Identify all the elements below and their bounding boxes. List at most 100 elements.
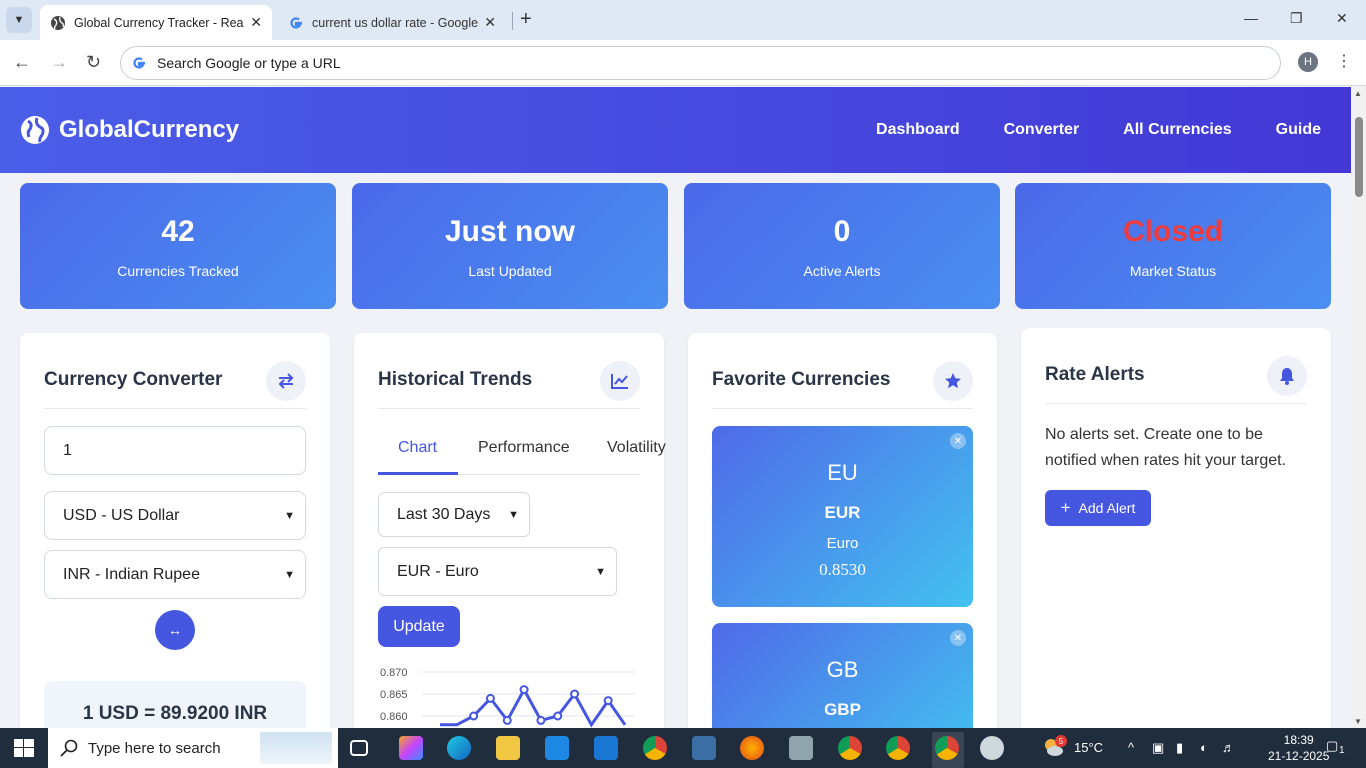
remove-favorite-icon[interactable]: ✕ bbox=[950, 630, 966, 646]
search-placeholder: Type here to search bbox=[88, 739, 221, 757]
weather-badge: 5 bbox=[1055, 735, 1067, 747]
add-alert-button[interactable]: + Add Alert bbox=[1045, 490, 1151, 526]
to-currency-select[interactable]: INR - Indian Rupee ▼ bbox=[44, 550, 306, 599]
tab-google-search[interactable]: current us dollar rate - Google S ✕ bbox=[278, 5, 506, 40]
data-point[interactable] bbox=[469, 711, 479, 721]
wifi-icon[interactable]: ◐ bbox=[1200, 740, 1208, 755]
system-clock[interactable]: 18:39 21-12-2025 bbox=[1268, 732, 1329, 764]
card-title: Currency Converter bbox=[44, 369, 223, 390]
data-point[interactable] bbox=[553, 711, 563, 721]
card-title: Favorite Currencies bbox=[712, 369, 891, 390]
period-select[interactable]: Last 30 Days ▼ bbox=[378, 492, 530, 537]
tab-search-button[interactable]: ▼ bbox=[6, 7, 32, 33]
firefox-icon[interactable] bbox=[740, 736, 764, 760]
data-point[interactable] bbox=[485, 693, 495, 703]
tab-performance[interactable]: Performance bbox=[478, 439, 570, 457]
globe-icon bbox=[50, 15, 66, 31]
brand-name: GlobalCurrency bbox=[59, 116, 240, 143]
card-title: Rate Alerts bbox=[1045, 364, 1145, 385]
amount-input[interactable]: 1 bbox=[44, 426, 306, 475]
favorite-card-gbp[interactable]: ✕ GB GBP bbox=[712, 623, 973, 728]
stat-active-alerts: 0 Active Alerts bbox=[684, 183, 1000, 309]
main-nav: Dashboard Converter All Currencies Guide bbox=[876, 121, 1321, 139]
search-highlight-image bbox=[260, 732, 332, 764]
data-point[interactable] bbox=[502, 715, 512, 725]
task-view-icon[interactable] bbox=[350, 740, 368, 756]
file-explorer-icon[interactable] bbox=[496, 736, 520, 760]
nav-converter[interactable]: Converter bbox=[1004, 121, 1080, 139]
remove-favorite-icon[interactable]: ✕ bbox=[950, 433, 966, 449]
nav-dashboard[interactable]: Dashboard bbox=[876, 121, 960, 139]
data-point[interactable] bbox=[570, 689, 580, 699]
site-logo[interactable]: GlobalCurrency bbox=[20, 115, 239, 145]
minimize-icon[interactable]: — bbox=[1244, 10, 1258, 26]
search-icon bbox=[60, 739, 78, 761]
restore-icon[interactable]: ❐ bbox=[1290, 10, 1303, 27]
select-value: Last 30 Days bbox=[397, 505, 491, 523]
new-tab-icon[interactable]: + bbox=[520, 8, 532, 31]
mail-icon[interactable] bbox=[594, 736, 618, 760]
chevron-down-icon: ▼ bbox=[284, 509, 295, 522]
paint-icon[interactable] bbox=[980, 736, 1004, 760]
nav-all-currencies[interactable]: All Currencies bbox=[1123, 121, 1231, 139]
tab-separator bbox=[512, 12, 513, 30]
reload-icon[interactable]: ↻ bbox=[86, 52, 101, 73]
chrome-profile-icon[interactable] bbox=[886, 736, 910, 760]
temperature: 15°C bbox=[1074, 740, 1104, 755]
back-icon[interactable]: ← bbox=[13, 52, 31, 73]
update-button[interactable]: Update bbox=[378, 606, 460, 647]
card-header: Rate Alerts bbox=[1045, 354, 1307, 404]
profile-avatar[interactable]: H bbox=[1298, 52, 1318, 72]
stat-label: Currencies Tracked bbox=[117, 263, 239, 279]
web-page: GlobalCurrency Dashboard Converter All C… bbox=[0, 87, 1351, 728]
series-line bbox=[440, 686, 627, 728]
data-point[interactable] bbox=[519, 685, 529, 695]
meet-now-icon[interactable]: ▣ bbox=[1152, 740, 1164, 756]
tab-volatility[interactable]: Volatility bbox=[607, 439, 666, 457]
data-point[interactable] bbox=[603, 696, 613, 706]
page-scrollbar[interactable]: ▲ ▼ bbox=[1351, 87, 1366, 728]
nav-guide[interactable]: Guide bbox=[1276, 121, 1321, 139]
swap-currencies-button[interactable]: ↔ bbox=[155, 610, 195, 650]
forward-icon[interactable]: → bbox=[50, 52, 68, 73]
close-window-icon[interactable]: ✕ bbox=[1336, 10, 1348, 27]
store-icon[interactable] bbox=[545, 736, 569, 760]
taskbar-search[interactable]: Type here to search bbox=[48, 728, 338, 768]
from-currency-select[interactable]: USD - US Dollar ▼ bbox=[44, 491, 306, 540]
address-bar[interactable]: Search Google or type a URL bbox=[120, 46, 1281, 80]
edge-icon[interactable] bbox=[447, 736, 471, 760]
trend-currency-select[interactable]: EUR - Euro ▼ bbox=[378, 547, 617, 596]
card-header: Favorite Currencies bbox=[712, 359, 973, 409]
scroll-down-icon[interactable]: ▼ bbox=[1354, 717, 1362, 726]
chevron-up-icon[interactable]: ^ bbox=[1128, 740, 1134, 755]
data-point[interactable] bbox=[536, 715, 546, 725]
windows-start-icon[interactable] bbox=[14, 739, 34, 762]
bell-icon bbox=[1267, 356, 1307, 396]
chart-line-icon bbox=[600, 361, 640, 401]
battery-icon[interactable]: ▮ bbox=[1176, 740, 1183, 756]
favorite-card-eur[interactable]: ✕ EU EUR Euro 0.8530 bbox=[712, 426, 973, 607]
stat-label: Market Status bbox=[1129, 263, 1217, 279]
y-tick-label: 0.870 bbox=[380, 667, 408, 679]
active-tab-indicator bbox=[378, 472, 458, 475]
select-value: EUR - Euro bbox=[397, 562, 479, 580]
alerts-card: Rate Alerts No alerts set. Create one to… bbox=[1021, 328, 1331, 728]
scroll-up-icon[interactable]: ▲ bbox=[1354, 89, 1362, 98]
notification-icon[interactable]: ▢ bbox=[1326, 738, 1338, 754]
tab-global-currency[interactable]: Global Currency Tracker - Real-T ✕ bbox=[40, 5, 272, 40]
y-tick-label: 0.865 bbox=[380, 689, 408, 701]
more-options-icon[interactable]: ⋮ bbox=[1336, 51, 1352, 71]
photos-icon[interactable] bbox=[692, 736, 716, 760]
volume-icon[interactable]: ♬ bbox=[1222, 740, 1235, 755]
scroll-thumb[interactable] bbox=[1355, 117, 1363, 197]
copilot-icon[interactable] bbox=[399, 736, 423, 760]
laptop-app-icon[interactable] bbox=[789, 736, 813, 760]
site-header: GlobalCurrency Dashboard Converter All C… bbox=[0, 87, 1351, 173]
close-tab-icon[interactable]: ✕ bbox=[484, 14, 496, 31]
chrome-icon[interactable] bbox=[643, 736, 667, 760]
tab-chart[interactable]: Chart bbox=[398, 439, 437, 457]
chrome-active-icon[interactable] bbox=[935, 736, 959, 760]
chrome-profile-icon[interactable] bbox=[838, 736, 862, 760]
close-tab-icon[interactable]: ✕ bbox=[250, 14, 262, 31]
google-icon bbox=[288, 15, 304, 31]
